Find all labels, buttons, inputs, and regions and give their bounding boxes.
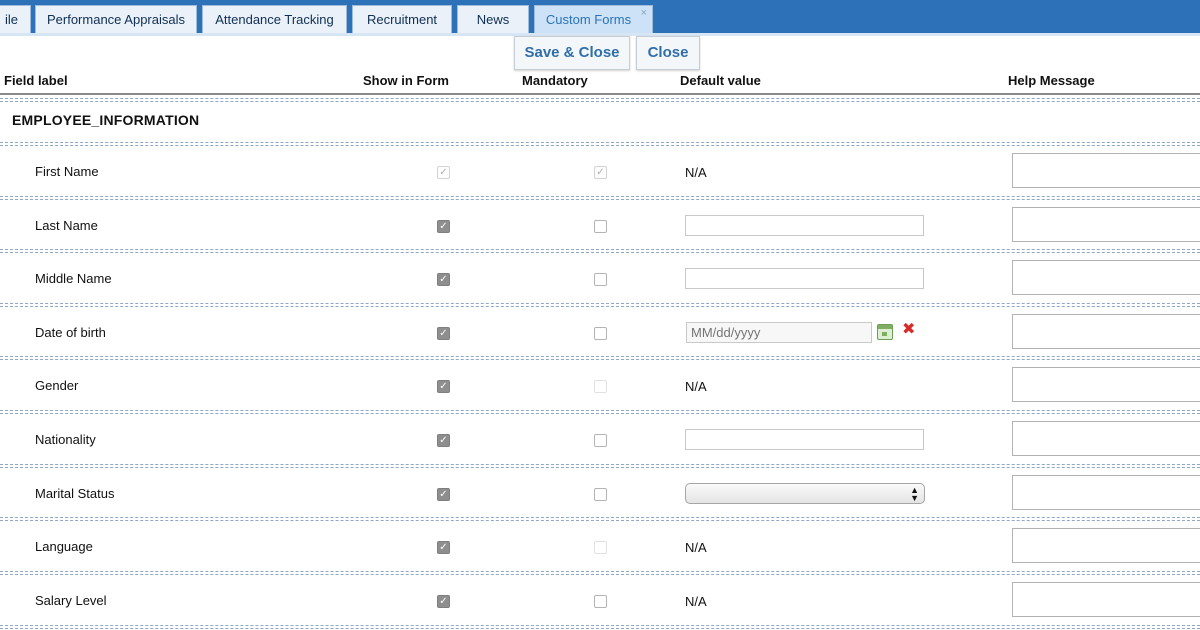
mandatory-checkbox[interactable]	[594, 380, 607, 393]
select-arrows-icon: ▲ ▼	[910, 485, 919, 503]
help-message-field[interactable]	[1012, 260, 1200, 295]
row-divider	[0, 196, 1200, 197]
mandatory-checkbox[interactable]	[594, 434, 607, 447]
mandatory-checkbox[interactable]	[594, 488, 607, 501]
tab-label: Recruitment	[366, 12, 438, 27]
column-header-show-in-form: Show in Form	[363, 73, 449, 88]
mandatory-checkbox[interactable]	[594, 273, 607, 286]
column-header-mandatory: Mandatory	[522, 73, 588, 88]
row-divider	[0, 571, 1200, 572]
row-divider	[0, 574, 1200, 575]
help-message-field[interactable]	[1012, 153, 1200, 188]
header-divider	[0, 93, 1200, 95]
field-label: Marital Status	[35, 486, 115, 501]
help-message-field[interactable]	[1012, 367, 1200, 402]
default-value-select[interactable]: ▲ ▼	[685, 483, 925, 504]
module-tab-bar: ile Performance Appraisals Attendance Tr…	[0, 0, 1200, 34]
column-header-default-value: Default value	[680, 73, 761, 88]
mandatory-checkbox[interactable]	[594, 595, 607, 608]
row-divider	[0, 517, 1200, 518]
field-label: Date of birth	[35, 325, 106, 340]
default-value-text: N/A	[685, 540, 707, 555]
tab-news[interactable]: News	[457, 5, 529, 34]
default-value-input[interactable]	[685, 268, 924, 289]
mandatory-checkbox[interactable]	[594, 220, 607, 233]
close-button[interactable]: Close	[636, 36, 700, 70]
section-title: EMPLOYEE_INFORMATION	[12, 112, 200, 128]
field-label: Gender	[35, 378, 79, 393]
show-in-form-checkbox[interactable]: ✓	[437, 166, 450, 179]
row-divider	[0, 625, 1200, 626]
show-in-form-checkbox[interactable]: ✓	[437, 273, 450, 286]
show-in-form-checkbox[interactable]: ✓	[437, 488, 450, 501]
close-tab-icon[interactable]: ×	[641, 6, 647, 27]
tab-custom-forms[interactable]: Custom Forms ×	[534, 5, 653, 34]
tab-performance-appraisals[interactable]: Performance Appraisals	[35, 5, 197, 34]
clear-date-icon[interactable]: ✖	[902, 322, 915, 338]
field-label: Salary Level	[35, 593, 107, 608]
field-label: First Name	[35, 164, 99, 179]
mandatory-checkbox[interactable]	[594, 541, 607, 554]
tab-label: Custom Forms	[545, 12, 632, 27]
default-date-input[interactable]	[686, 322, 872, 343]
row-divider	[0, 101, 1200, 102]
row-divider	[0, 306, 1200, 307]
row-divider	[0, 467, 1200, 468]
column-header-help-message: Help Message	[1008, 73, 1095, 88]
field-label: Middle Name	[35, 271, 112, 286]
mandatory-checkbox[interactable]: ✓	[594, 166, 607, 179]
row-divider	[0, 359, 1200, 360]
default-value-text: N/A	[685, 379, 707, 394]
row-divider	[0, 628, 1200, 629]
row-divider	[0, 98, 1200, 99]
help-message-field[interactable]	[1012, 582, 1200, 617]
row-divider	[0, 303, 1200, 304]
row-divider	[0, 520, 1200, 521]
help-message-field[interactable]	[1012, 207, 1200, 242]
row-divider	[0, 464, 1200, 465]
help-message-field[interactable]	[1012, 314, 1200, 349]
tab-label: Performance Appraisals	[46, 12, 185, 27]
show-in-form-checkbox[interactable]: ✓	[437, 327, 450, 340]
show-in-form-checkbox[interactable]: ✓	[437, 541, 450, 554]
row-divider	[0, 145, 1200, 146]
tab-attendance-tracking[interactable]: Attendance Tracking	[202, 5, 347, 34]
show-in-form-checkbox[interactable]: ✓	[437, 380, 450, 393]
show-in-form-checkbox[interactable]: ✓	[437, 434, 450, 447]
tab-recruitment[interactable]: Recruitment	[352, 5, 452, 34]
field-label: Language	[35, 539, 93, 554]
save-and-close-button[interactable]: Save & Close	[514, 36, 630, 70]
show-in-form-checkbox[interactable]: ✓	[437, 595, 450, 608]
help-message-field[interactable]	[1012, 528, 1200, 563]
default-value-text: N/A	[685, 165, 707, 180]
field-label: Nationality	[35, 432, 96, 447]
row-divider	[0, 356, 1200, 357]
row-divider	[0, 249, 1200, 250]
help-message-field[interactable]	[1012, 475, 1200, 510]
row-divider	[0, 199, 1200, 200]
column-header-field-label: Field label	[4, 73, 68, 88]
default-value-input[interactable]	[685, 215, 924, 236]
show-in-form-checkbox[interactable]: ✓	[437, 220, 450, 233]
mandatory-checkbox[interactable]	[594, 327, 607, 340]
row-divider	[0, 413, 1200, 414]
tab-label: Attendance Tracking	[215, 12, 334, 27]
default-value-input[interactable]	[685, 429, 924, 450]
tab-label: News	[476, 12, 510, 27]
row-divider	[0, 142, 1200, 143]
row-divider	[0, 252, 1200, 253]
field-label: Last Name	[35, 218, 98, 233]
default-value-text: N/A	[685, 594, 707, 609]
tab-profile[interactable]: ile	[0, 5, 31, 34]
help-message-field[interactable]	[1012, 421, 1200, 456]
row-divider	[0, 410, 1200, 411]
calendar-icon[interactable]	[877, 324, 893, 340]
tab-label: ile	[4, 12, 18, 27]
